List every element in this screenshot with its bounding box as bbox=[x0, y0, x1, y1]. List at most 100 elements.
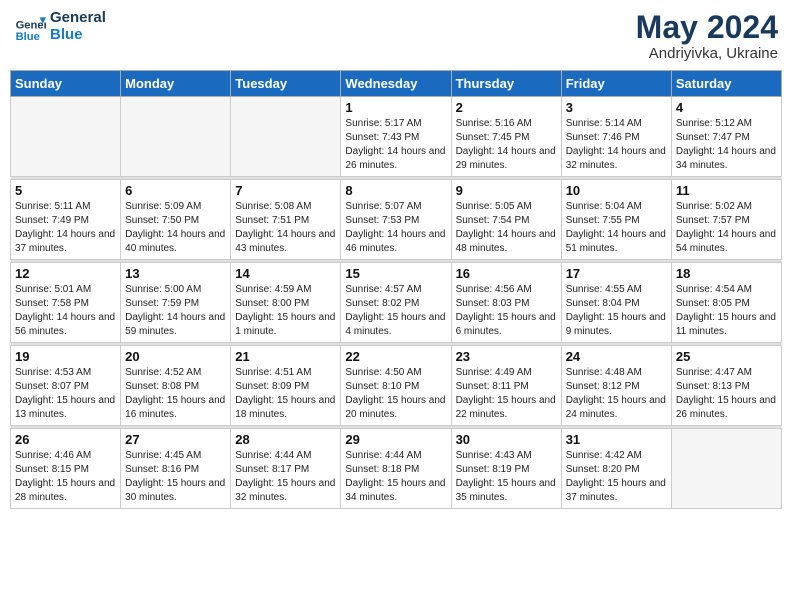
day-info: Sunrise: 4:48 AMSunset: 8:12 PMDaylight:… bbox=[566, 366, 667, 422]
title-area: May 2024 Andriyivka, Ukraine bbox=[636, 10, 778, 62]
weekday-header: Thursday bbox=[451, 71, 561, 97]
calendar-day-cell: 6 Sunrise: 5:09 AMSunset: 7:50 PMDaylight… bbox=[121, 180, 231, 260]
day-number: 19 bbox=[15, 349, 116, 364]
calendar-day-cell: 19 Sunrise: 4:53 AMSunset: 8:07 PMDayligh… bbox=[11, 346, 121, 426]
calendar-day-cell: 4Sunrise: 5:12 AMSunset: 7:47 PMDaylight… bbox=[671, 97, 781, 177]
calendar-day-cell: 31Sunrise: 4:42 AMSunset: 8:20 PMDayligh… bbox=[561, 429, 671, 509]
day-info: Sunrise: 4:55 AMSunset: 8:04 PMDaylight:… bbox=[566, 283, 667, 339]
day-info: Sunrise: 5:14 AMSunset: 7:46 PMDaylight:… bbox=[566, 117, 667, 173]
day-info: Sunrise: 4:44 AMSunset: 8:18 PMDaylight:… bbox=[345, 449, 446, 505]
day-info: Sunrise: 5:01 AMSunset: 7:58 PMDaylight:… bbox=[15, 283, 116, 339]
calendar-day-cell: 16 Sunrise: 4:56 AMSunset: 8:03 PMDayligh… bbox=[451, 263, 561, 343]
day-number: 10 bbox=[566, 183, 667, 198]
calendar-day-cell: 24 Sunrise: 4:48 AMSunset: 8:12 PMDayligh… bbox=[561, 346, 671, 426]
day-number: 14 bbox=[235, 266, 336, 281]
calendar-day-cell bbox=[121, 97, 231, 177]
day-number: 26 bbox=[15, 432, 116, 447]
day-info: Sunrise: 5:05 AMSunset: 7:54 PMDaylight:… bbox=[456, 200, 557, 256]
day-info: Sunrise: 5:08 AMSunset: 7:51 PMDaylight:… bbox=[235, 200, 336, 256]
day-number: 21 bbox=[235, 349, 336, 364]
weekday-header: Tuesday bbox=[231, 71, 341, 97]
calendar-day-cell: 15Sunrise: 4:57 AMSunset: 8:02 PMDayligh… bbox=[341, 263, 451, 343]
day-info: Sunrise: 5:02 AMSunset: 7:57 PMDaylight:… bbox=[676, 200, 777, 256]
calendar-day-cell: 29Sunrise: 4:44 AMSunset: 8:18 PMDayligh… bbox=[341, 429, 451, 509]
day-info: Sunrise: 4:56 AMSunset: 8:03 PMDaylight:… bbox=[456, 283, 557, 339]
calendar-week-row: 12 Sunrise: 5:01 AMSunset: 7:58 PMDayligh… bbox=[11, 263, 782, 343]
day-info: Sunrise: 5:09 AMSunset: 7:50 PMDaylight:… bbox=[125, 200, 226, 256]
day-info: Sunrise: 5:16 AMSunset: 7:45 PMDaylight:… bbox=[456, 117, 557, 173]
logo: General Blue General Blue bbox=[14, 10, 106, 43]
day-info: Sunrise: 5:04 AMSunset: 7:55 PMDaylight:… bbox=[566, 200, 667, 256]
day-info: Sunrise: 4:54 AMSunset: 8:05 PMDaylight:… bbox=[676, 283, 777, 339]
day-number: 12 bbox=[15, 266, 116, 281]
day-info: Sunrise: 5:07 AMSunset: 7:53 PMDaylight:… bbox=[345, 200, 446, 256]
calendar-day-cell: 21Sunrise: 4:51 AMSunset: 8:09 PMDayligh… bbox=[231, 346, 341, 426]
logo-icon: General Blue bbox=[14, 11, 46, 43]
day-info: Sunrise: 4:53 AMSunset: 8:07 PMDaylight:… bbox=[15, 366, 116, 422]
day-info: Sunrise: 4:59 AMSunset: 8:00 PMDaylight:… bbox=[235, 283, 336, 339]
calendar-day-cell: 5Sunrise: 5:11 AMSunset: 7:49 PMDaylight… bbox=[11, 180, 121, 260]
calendar-day-cell: 28Sunrise: 4:44 AMSunset: 8:17 PMDayligh… bbox=[231, 429, 341, 509]
calendar-day-cell: 30 Sunrise: 4:43 AMSunset: 8:19 PMDayligh… bbox=[451, 429, 561, 509]
day-info: Sunrise: 5:17 AMSunset: 7:43 PMDaylight:… bbox=[345, 117, 446, 173]
logo-line1: General bbox=[50, 10, 106, 27]
day-number: 23 bbox=[456, 349, 557, 364]
day-number: 11 bbox=[676, 183, 777, 198]
calendar-day-cell: 23 Sunrise: 4:49 AMSunset: 8:11 PMDayligh… bbox=[451, 346, 561, 426]
day-number: 13 bbox=[125, 266, 226, 281]
calendar-day-cell: 7Sunrise: 5:08 AMSunset: 7:51 PMDaylight… bbox=[231, 180, 341, 260]
day-info: Sunrise: 5:00 AMSunset: 7:59 PMDaylight:… bbox=[125, 283, 226, 339]
day-number: 24 bbox=[566, 349, 667, 364]
month-title: May 2024 bbox=[636, 10, 778, 45]
weekday-header: Saturday bbox=[671, 71, 781, 97]
calendar-day-cell bbox=[231, 97, 341, 177]
calendar-day-cell: 26 Sunrise: 4:46 AMSunset: 8:15 PMDayligh… bbox=[11, 429, 121, 509]
location-subtitle: Andriyivka, Ukraine bbox=[636, 45, 778, 62]
day-number: 30 bbox=[456, 432, 557, 447]
calendar-day-cell: 9 Sunrise: 5:05 AMSunset: 7:54 PMDaylight… bbox=[451, 180, 561, 260]
day-number: 20 bbox=[125, 349, 226, 364]
calendar-week-row: 1 Sunrise: 5:17 AMSunset: 7:43 PMDaylight… bbox=[11, 97, 782, 177]
day-info: Sunrise: 5:11 AMSunset: 7:49 PMDaylight:… bbox=[15, 200, 116, 256]
calendar-day-cell bbox=[11, 97, 121, 177]
calendar-day-cell: 20 Sunrise: 4:52 AMSunset: 8:08 PMDayligh… bbox=[121, 346, 231, 426]
weekday-header: Monday bbox=[121, 71, 231, 97]
calendar-week-row: 26 Sunrise: 4:46 AMSunset: 8:15 PMDayligh… bbox=[11, 429, 782, 509]
calendar-day-cell: 8Sunrise: 5:07 AMSunset: 7:53 PMDaylight… bbox=[341, 180, 451, 260]
calendar-day-cell: 27Sunrise: 4:45 AMSunset: 8:16 PMDayligh… bbox=[121, 429, 231, 509]
calendar-week-row: 19 Sunrise: 4:53 AMSunset: 8:07 PMDayligh… bbox=[11, 346, 782, 426]
day-number: 3 bbox=[566, 100, 667, 115]
weekday-header: Friday bbox=[561, 71, 671, 97]
logo-line2: Blue bbox=[50, 27, 106, 44]
day-number: 27 bbox=[125, 432, 226, 447]
day-info: Sunrise: 5:12 AMSunset: 7:47 PMDaylight:… bbox=[676, 117, 777, 173]
calendar-day-cell: 2Sunrise: 5:16 AMSunset: 7:45 PMDaylight… bbox=[451, 97, 561, 177]
weekday-header: Wednesday bbox=[341, 71, 451, 97]
day-info: Sunrise: 4:49 AMSunset: 8:11 PMDaylight:… bbox=[456, 366, 557, 422]
calendar-day-cell: 18 Sunrise: 4:54 AMSunset: 8:05 PMDayligh… bbox=[671, 263, 781, 343]
calendar-day-cell: 14 Sunrise: 4:59 AMSunset: 8:00 PMDayligh… bbox=[231, 263, 341, 343]
calendar-day-cell: 3 Sunrise: 5:14 AMSunset: 7:46 PMDaylight… bbox=[561, 97, 671, 177]
day-info: Sunrise: 4:50 AMSunset: 8:10 PMDaylight:… bbox=[345, 366, 446, 422]
calendar-day-cell: 25Sunrise: 4:47 AMSunset: 8:13 PMDayligh… bbox=[671, 346, 781, 426]
day-info: Sunrise: 4:57 AMSunset: 8:02 PMDaylight:… bbox=[345, 283, 446, 339]
day-number: 6 bbox=[125, 183, 226, 198]
calendar-week-row: 5Sunrise: 5:11 AMSunset: 7:49 PMDaylight… bbox=[11, 180, 782, 260]
day-info: Sunrise: 4:44 AMSunset: 8:17 PMDaylight:… bbox=[235, 449, 336, 505]
day-number: 18 bbox=[676, 266, 777, 281]
page-header: General Blue General Blue May 2024 Andri… bbox=[10, 10, 782, 62]
day-number: 9 bbox=[456, 183, 557, 198]
day-info: Sunrise: 4:52 AMSunset: 8:08 PMDaylight:… bbox=[125, 366, 226, 422]
calendar-day-cell: 13 Sunrise: 5:00 AMSunset: 7:59 PMDayligh… bbox=[121, 263, 231, 343]
day-number: 22 bbox=[345, 349, 446, 364]
day-number: 31 bbox=[566, 432, 667, 447]
day-info: Sunrise: 4:46 AMSunset: 8:15 PMDaylight:… bbox=[15, 449, 116, 505]
calendar-day-cell: 22 Sunrise: 4:50 AMSunset: 8:10 PMDayligh… bbox=[341, 346, 451, 426]
day-number: 16 bbox=[456, 266, 557, 281]
calendar-day-cell: 11 Sunrise: 5:02 AMSunset: 7:57 PMDayligh… bbox=[671, 180, 781, 260]
weekday-header-row: SundayMondayTuesdayWednesdayThursdayFrid… bbox=[11, 71, 782, 97]
day-info: Sunrise: 4:47 AMSunset: 8:13 PMDaylight:… bbox=[676, 366, 777, 422]
calendar-table: SundayMondayTuesdayWednesdayThursdayFrid… bbox=[10, 70, 782, 509]
day-info: Sunrise: 4:43 AMSunset: 8:19 PMDaylight:… bbox=[456, 449, 557, 505]
day-number: 1 bbox=[345, 100, 446, 115]
